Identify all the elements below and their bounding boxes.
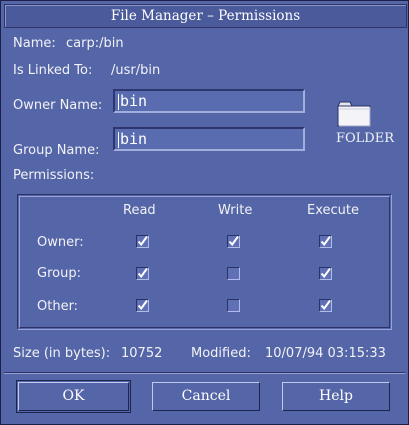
owner-name-value: bin: [120, 92, 148, 110]
group-name-field[interactable]: bin: [113, 127, 305, 151]
title-bar[interactable]: File Manager – Permissions: [4, 4, 407, 28]
column-write-header: Write: [218, 203, 253, 218]
linked-to-value: /usr/bin: [111, 63, 161, 78]
size-label: Size (in bytes):: [13, 346, 111, 361]
group-name-value: bin: [120, 130, 148, 148]
row-other-label: Other:: [37, 299, 79, 314]
ok-button-label: OK: [62, 388, 85, 404]
name-value: carp:/bin: [66, 36, 124, 51]
separator: [4, 372, 405, 374]
column-execute-header: Execute: [307, 203, 359, 218]
modified-value: 10/07/94 03:15:33: [265, 346, 386, 361]
linked-to-label: Is Linked To:: [13, 63, 93, 78]
cancel-button[interactable]: Cancel: [152, 382, 260, 411]
other-write-checkbox[interactable]: [227, 299, 240, 312]
checkmark-icon: [320, 235, 331, 247]
checkmark-icon: [320, 267, 331, 279]
text-cursor: [118, 131, 119, 148]
modified-label: Modified:: [191, 346, 251, 361]
other-read-checkbox[interactable]: [136, 299, 149, 312]
owner-execute-checkbox[interactable]: [319, 235, 332, 248]
row-group-label: Group:: [37, 266, 81, 281]
permissions-dialog: File Manager – Permissions Name: carp:/b…: [0, 0, 409, 425]
help-button[interactable]: Help: [282, 382, 390, 411]
checkmark-icon: [320, 299, 331, 311]
group-execute-checkbox[interactable]: [319, 267, 332, 280]
group-read-checkbox[interactable]: [136, 267, 149, 280]
checkmark-icon: [137, 299, 148, 311]
group-write-checkbox[interactable]: [227, 267, 240, 280]
folder-icon: [337, 101, 371, 127]
owner-name-field[interactable]: bin: [113, 89, 305, 113]
owner-read-checkbox[interactable]: [136, 235, 149, 248]
icon-label: FOLDER: [336, 131, 395, 146]
name-label: Name:: [13, 36, 56, 51]
ok-button[interactable]: OK: [16, 380, 131, 413]
row-owner-label: Owner:: [37, 235, 84, 250]
help-button-label: Help: [319, 388, 353, 404]
cancel-button-label: Cancel: [181, 388, 231, 404]
text-cursor: [118, 93, 119, 110]
owner-write-checkbox[interactable]: [227, 235, 240, 248]
window-title: File Manager – Permissions: [110, 8, 301, 24]
checkmark-icon: [137, 235, 148, 247]
checkmark-icon: [228, 235, 239, 247]
column-read-header: Read: [123, 203, 156, 218]
checkmark-icon: [137, 267, 148, 279]
owner-name-label: Owner Name:: [13, 98, 103, 113]
group-name-label: Group Name:: [13, 143, 100, 158]
size-value: 10752: [121, 346, 163, 361]
other-execute-checkbox[interactable]: [319, 299, 332, 312]
permissions-label: Permissions:: [13, 168, 95, 183]
